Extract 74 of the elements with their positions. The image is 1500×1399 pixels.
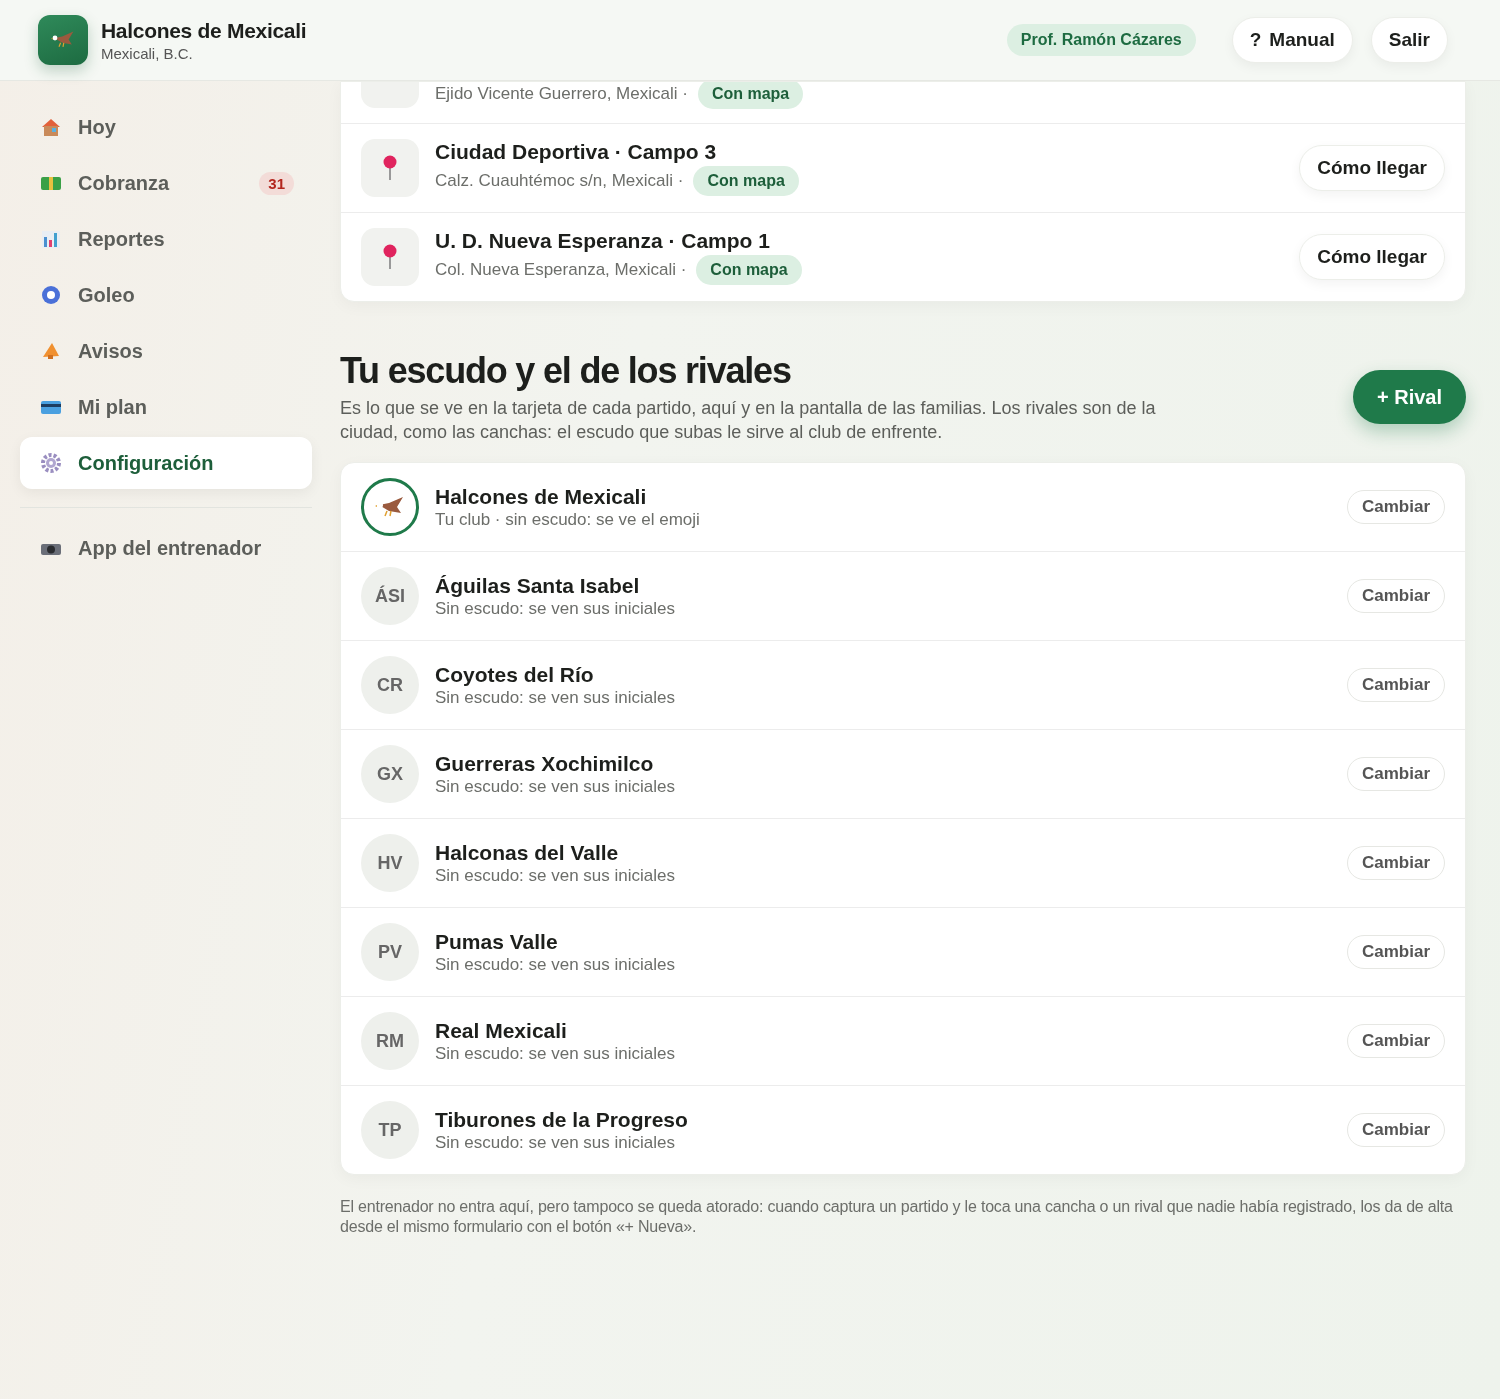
gear-icon xyxy=(40,452,62,474)
sidebar-item[interactable]: Cobranza 31 xyxy=(20,157,312,209)
initials-avatar: GX xyxy=(361,745,419,803)
sidebar-item-label: Hoy xyxy=(78,115,117,139)
sidebar-item[interactable]: Configuración xyxy=(20,437,312,489)
club-name: Halcones de Mexicali xyxy=(101,18,308,43)
team-name: Tiburones de la Progreso xyxy=(435,1107,689,1132)
team-name: Pumas Valle xyxy=(435,929,559,954)
initials-avatar: CR xyxy=(361,656,419,714)
team-note: Sin escudo: se ven sus iniciales xyxy=(435,1132,677,1153)
initials-avatar: HV xyxy=(361,834,419,892)
section-description: Es lo que se ve en la tarjeta de cada partido, aquí y en la pantalla de las familias. Los rivales son de la ciudad, como las canchas: el escudo que subas le sirve al club de enfrente. xyxy=(340,397,1157,444)
team-name: Águilas Santa Isabel xyxy=(435,573,641,598)
venue-address: Calz. Cuauhtémoc s/n, Mexicali · xyxy=(435,171,684,191)
map-badge: Con mapa xyxy=(693,166,799,196)
team-note: Sin escudo: se ven sus iniciales xyxy=(435,598,677,619)
sidebar-item[interactable]: Hoy xyxy=(20,101,312,153)
change-button[interactable]: Cambiar xyxy=(1346,579,1445,613)
sidebar-item[interactable]: Goleo xyxy=(20,269,312,321)
section-title: Tu escudo y el de los rivales xyxy=(340,350,792,392)
sidebar-item-label: Configuración xyxy=(78,451,215,475)
team-note: Sin escudo: se ven sus iniciales xyxy=(435,865,677,886)
team-name: Halconas del Valle xyxy=(435,840,620,865)
sidebar-item-label: App del entrenador xyxy=(78,536,263,560)
team-note: Sin escudo: se ven sus iniciales xyxy=(435,776,677,797)
map-badge: Con mapa xyxy=(697,82,804,109)
venue-address: Col. Nueva Esperanza, Mexicali · xyxy=(435,260,687,280)
team-note: Sin escudo: se ven sus iniciales xyxy=(435,687,677,708)
team-name: Guerreras Xochimilco xyxy=(435,751,655,776)
change-button[interactable]: Cambiar xyxy=(1346,1113,1445,1147)
change-button[interactable]: Cambiar xyxy=(1346,757,1445,791)
sidebar-item[interactable]: Avisos xyxy=(20,325,312,377)
pin-icon xyxy=(382,244,398,270)
logout-button[interactable]: Salir xyxy=(1370,17,1448,63)
house-icon xyxy=(40,116,62,138)
venue-address: Ejido Vicente Guerrero, Mexicali · xyxy=(435,84,688,104)
chart-icon xyxy=(40,228,62,250)
sidebar-item[interactable]: App del entrenador xyxy=(20,522,312,574)
club-city: Mexicali, B.C. xyxy=(101,44,194,62)
change-button[interactable]: Cambiar xyxy=(1346,668,1445,702)
sidebar-item-label: Mi plan xyxy=(78,395,148,419)
venue-name: U. D. Nueva Esperanza · Campo 1 xyxy=(435,229,771,253)
footnote: El entrenador no entra aquí, pero tampoco se queda atorado: cuando captura un partido y le toca una cancha o un rival que nadie había registrado, los da de alta desde el mismo formulario con el botón «+ Nueva». xyxy=(340,1197,1454,1237)
map-badge: Con mapa xyxy=(696,255,802,285)
team-name: Halcones de Mexicali xyxy=(435,484,648,509)
venue-name: Ciudad Deportiva · Campo 3 xyxy=(435,140,718,164)
sidebar-item-label: Reportes xyxy=(78,227,166,251)
team-name: Coyotes del Río xyxy=(435,662,595,687)
count-badge: 31 xyxy=(259,171,294,195)
directions-button[interactable]: Cómo llegar xyxy=(1299,234,1445,280)
initials-avatar: RM xyxy=(361,1012,419,1070)
initials-avatar: TP xyxy=(361,1101,419,1159)
user-badge: Prof. Ramón Cázares xyxy=(1006,24,1196,56)
sidebar-item[interactable]: Reportes xyxy=(20,213,312,265)
initials-avatar: ÁSI xyxy=(361,567,419,625)
eagle-icon xyxy=(375,495,405,519)
sidebar-item-label: Avisos xyxy=(78,339,144,363)
team-note: Sin escudo: se ven sus iniciales xyxy=(435,1043,677,1064)
sidebar-item-label: Goleo xyxy=(78,283,136,307)
change-button[interactable]: Cambiar xyxy=(1346,490,1445,524)
manual-button[interactable]: ? Manual xyxy=(1231,17,1353,63)
team-note: Tu club · sin escudo: se ve el emoji xyxy=(435,509,701,530)
sidebar-item-label: Cobranza xyxy=(78,171,171,195)
team-note: Sin escudo: se ven sus iniciales xyxy=(435,954,677,975)
change-button[interactable]: Cambiar xyxy=(1346,846,1445,880)
eagle-icon xyxy=(51,30,75,50)
change-button[interactable]: Cambiar xyxy=(1346,935,1445,969)
initials-avatar: PV xyxy=(361,923,419,981)
add-rival-button[interactable]: + Rival xyxy=(1352,370,1466,424)
sidebar-item[interactable]: Mi plan xyxy=(20,381,312,433)
change-button[interactable]: Cambiar xyxy=(1346,1024,1445,1058)
team-name: Real Mexicali xyxy=(435,1018,568,1043)
directions-button[interactable]: Cómo llegar xyxy=(1299,145,1445,191)
pin-icon xyxy=(382,155,398,181)
